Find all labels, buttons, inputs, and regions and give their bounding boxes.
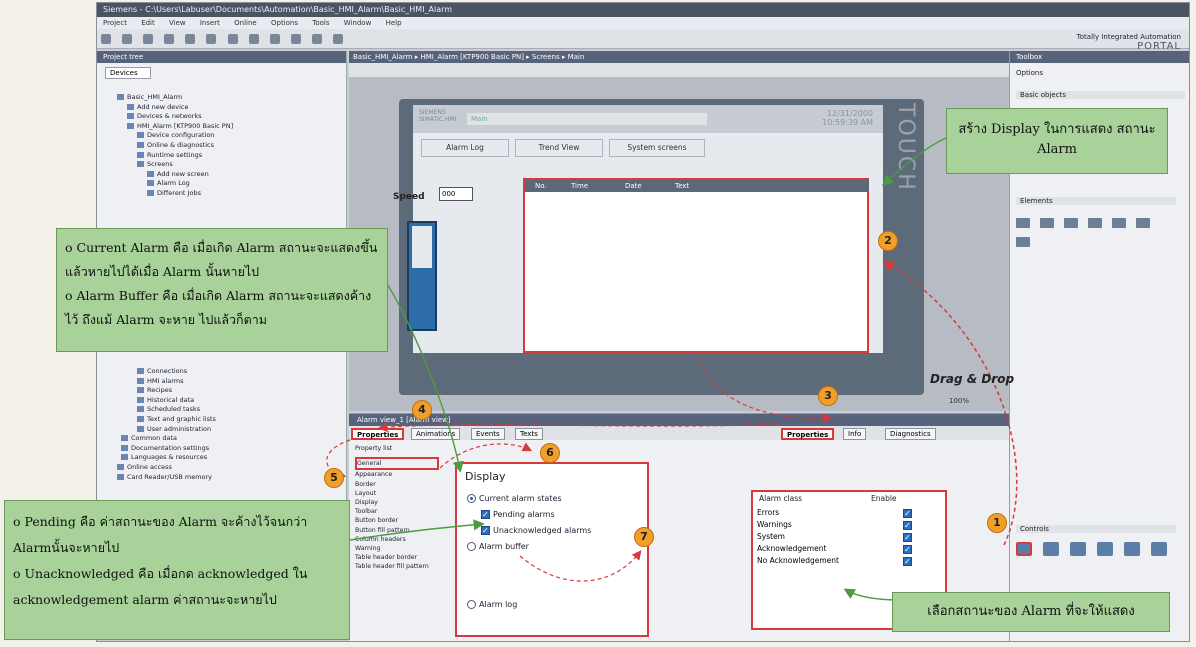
arrow-to-step4 [377,422,781,433]
step-4-badge: 4 [412,400,432,420]
green-arrow-display [387,284,464,473]
note-current-alarm: o Current Alarm คือ เมื่อเกิด Alarm สถาน… [65,240,378,279]
step-2-badge: 2 [878,231,898,251]
step-3-badge: 3 [818,386,838,406]
green-arrow-display-create [881,137,947,186]
step-1-badge: 1 [987,513,1007,533]
note-alarm-buffer: o Alarm Buffer คือ เมื่อเกิด Alarm สถานะ… [65,288,372,327]
note-pending: o Pending คือ ค่าสถานะของ Alarm จะค้างไว… [13,514,308,555]
drag-drop-arrow [882,260,1018,546]
callout-pending-unack: o Pending คือ ค่าสถานะของ Alarm จะค้างไว… [4,500,350,640]
drag-drop-label: Drag & Drop [930,372,1015,386]
callout-current-buffer: o Current Alarm คือ เมื่อเกิด Alarm สถาน… [56,228,388,352]
arrow-to-step6 [439,442,533,469]
step-7-badge: 7 [634,527,654,547]
callout-select-status: เลือกสถานะของ Alarm ที่จะให้แสดง [892,592,1170,632]
green-arrow-pending [349,519,485,541]
arrow-to-step7 [519,550,642,582]
step-6-badge: 6 [540,443,560,463]
step-5-badge: 5 [324,468,344,488]
note-unacknowledged: o Unacknowledged คือ เมื่อกด acknowledge… [13,566,308,607]
callout-create-display: สร้าง Display ในการแสดง สถานะ Alarm [946,108,1168,174]
arrow-to-step3 [699,359,833,424]
